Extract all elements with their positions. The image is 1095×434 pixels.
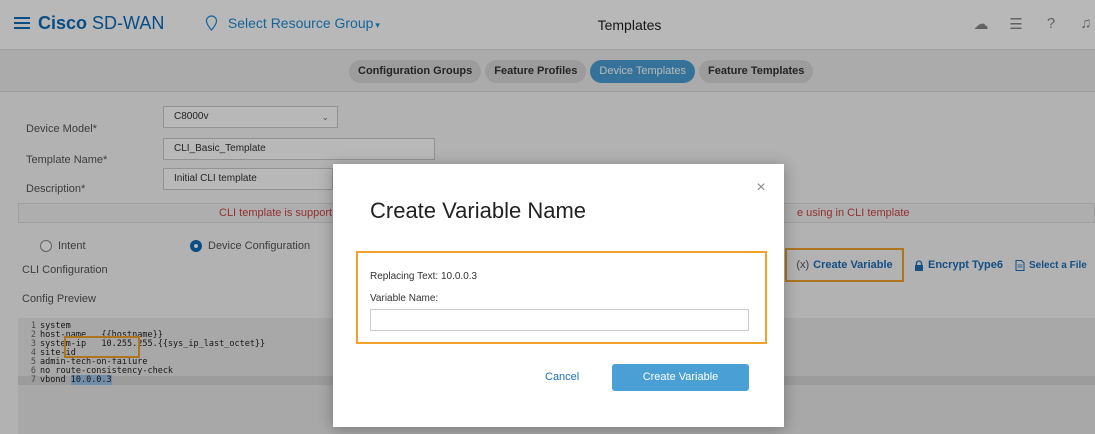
variable-name-label: Variable Name:: [370, 293, 439, 304]
create-variable-dialog: × Create Variable Name Replacing Text: 1…: [333, 164, 784, 427]
variable-name-input[interactable]: [370, 309, 749, 331]
replacing-text: Replacing Text: 10.0.0.3: [370, 271, 478, 282]
close-icon[interactable]: ×: [754, 180, 768, 196]
dialog-title: Create Variable Name: [370, 198, 587, 223]
create-variable-confirm-button[interactable]: Create Variable: [612, 364, 749, 391]
cancel-button[interactable]: Cancel: [545, 371, 579, 383]
